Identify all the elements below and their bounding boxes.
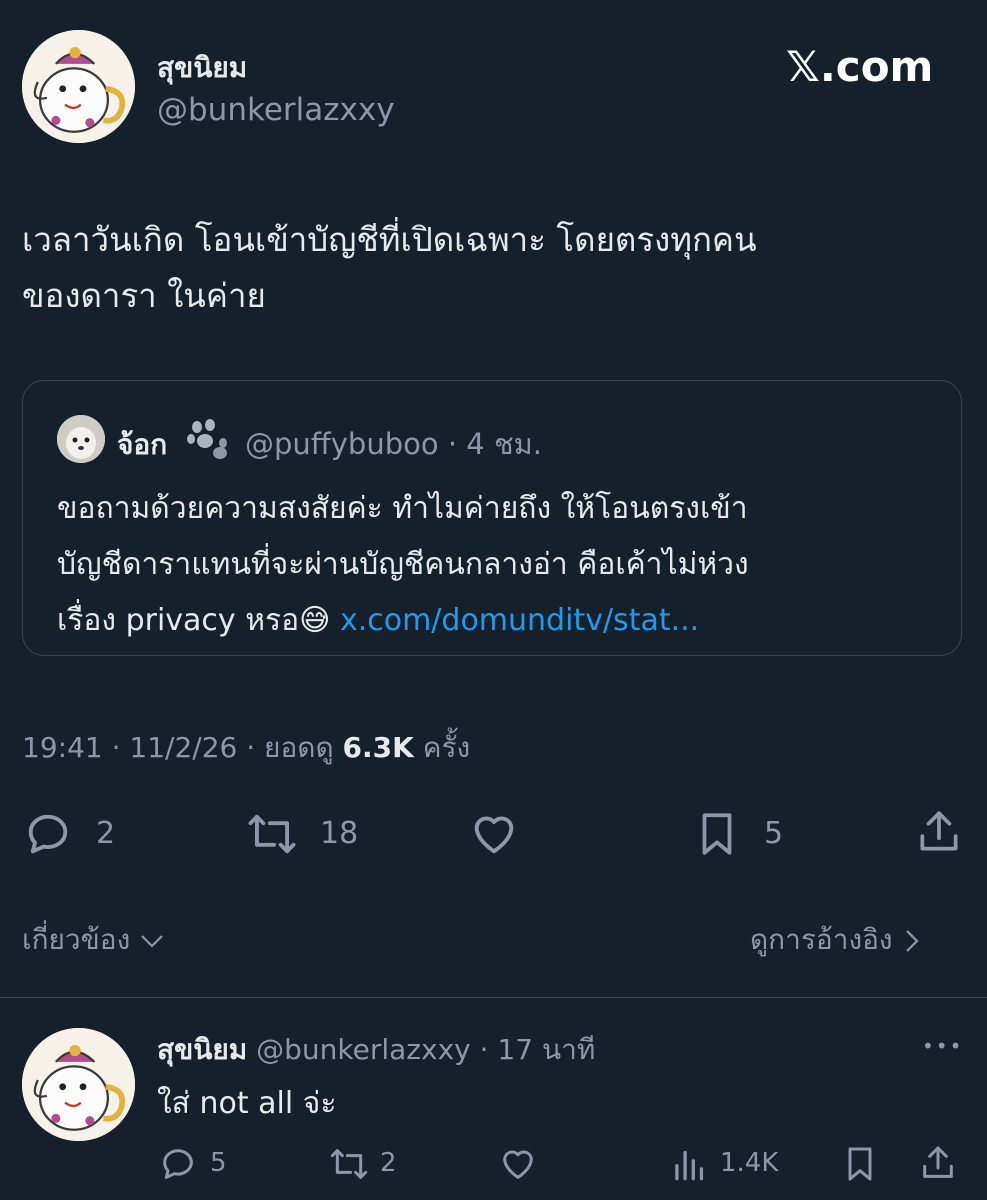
related-label: เกี่ยวข้อง bbox=[22, 923, 131, 956]
reply-reply-icon[interactable] bbox=[157, 1144, 199, 1184]
author-handle[interactable]: @bunkerlazxxy bbox=[157, 92, 395, 128]
tweet-timestamp[interactable]: 19:41 · 11/2/26 · ยอดดู bbox=[22, 731, 334, 764]
reply-author-handle[interactable]: @bunkerlazxxy bbox=[256, 1033, 471, 1066]
quote-line-text: เรื่อง privacy หรอ bbox=[57, 603, 300, 638]
divider bbox=[0, 997, 987, 998]
view-quotes-label: ดูการอ้างอิง bbox=[750, 923, 893, 956]
more-options-icon[interactable]: ••• bbox=[922, 1034, 963, 1058]
view-suffix: ครั้ง bbox=[422, 731, 471, 764]
chevron-right-icon bbox=[902, 928, 922, 954]
tweet-line: ของดารา ในค่าย bbox=[22, 276, 266, 315]
reply-retweet-icon[interactable] bbox=[326, 1144, 372, 1184]
quote-card[interactable]: จ้อก @puffybuboo · 4 ชม. ขอถามด้วยความสง… bbox=[22, 380, 962, 656]
reply-header: สุขนิยม @bunkerlazxxy · 17 นาที bbox=[157, 1028, 595, 1072]
bookmark-icon[interactable] bbox=[692, 808, 742, 860]
brand-logo: 𝕏.com bbox=[786, 42, 934, 91]
reply-bookmark-icon[interactable] bbox=[840, 1144, 880, 1184]
quote-handle: @puffybuboo · 4 ชม. bbox=[245, 421, 542, 467]
reply-text: ใส่ not all จ่ะ bbox=[157, 1086, 337, 1121]
reply-like-icon[interactable] bbox=[497, 1144, 539, 1184]
reply-retweet-count: 2 bbox=[380, 1148, 397, 1178]
chevron-down-icon bbox=[139, 931, 165, 951]
like-icon[interactable] bbox=[468, 808, 520, 860]
tweet-text: เวลาวันเกิด โอนเข้าบัญชีที่เปิดเฉพาะ โดย… bbox=[22, 212, 757, 324]
quote-text: ขอถามด้วยความสงสัยค่ะ ทำไมค่ายถึง ให้โอน… bbox=[57, 481, 749, 649]
paw-icon bbox=[183, 417, 235, 461]
view-count: 6.3K bbox=[342, 731, 414, 764]
view-quotes-link[interactable]: ดูการอ้างอิง bbox=[750, 918, 922, 962]
reply-time: · 17 นาที bbox=[479, 1033, 596, 1066]
quote-avatar[interactable] bbox=[57, 415, 105, 463]
author-name[interactable]: สุขนิยม bbox=[157, 46, 247, 90]
reply-count: 2 bbox=[96, 816, 116, 851]
reply-views-icon[interactable] bbox=[670, 1146, 710, 1182]
quote-handle-text[interactable]: @puffybuboo bbox=[245, 427, 439, 461]
retweet-count: 18 bbox=[320, 816, 359, 851]
quote-line: บัญชีดาราแทนที่จะผ่านบัญชีคนกลางอ่า คือเ… bbox=[57, 547, 749, 582]
share-icon[interactable] bbox=[914, 806, 964, 858]
quote-name[interactable]: จ้อก bbox=[117, 423, 167, 467]
reply-share-icon[interactable] bbox=[918, 1142, 958, 1184]
quote-line: ขอถามด้วยความสงสัยค่ะ ทำไมค่ายถึง ให้โอน… bbox=[57, 491, 748, 526]
bookmark-count: 5 bbox=[764, 816, 784, 851]
quote-time: · 4 ชม. bbox=[447, 427, 542, 461]
sweat-smile-emoji: 😅 bbox=[299, 603, 331, 638]
reply-author-name[interactable]: สุขนิยม bbox=[157, 1033, 247, 1066]
author-avatar[interactable] bbox=[22, 30, 135, 143]
retweet-icon[interactable] bbox=[244, 808, 300, 860]
reply-view-count: 1.4K bbox=[720, 1148, 779, 1178]
reply-icon[interactable] bbox=[22, 808, 74, 860]
reply-reply-count: 5 bbox=[210, 1148, 227, 1178]
tweet-line: เวลาวันเกิด โอนเข้าบัญชีที่เปิดเฉพาะ โดย… bbox=[22, 220, 757, 259]
reply-avatar[interactable] bbox=[22, 1028, 135, 1141]
quote-link[interactable]: x.com/domunditv/stat... bbox=[340, 603, 699, 638]
related-dropdown[interactable]: เกี่ยวข้อง bbox=[22, 918, 165, 962]
quote-line: เรื่อง privacy หรอ😅 x.com/domunditv/stat… bbox=[57, 593, 749, 649]
tweet-meta: 19:41 · 11/2/26 · ยอดดู 6.3K ครั้ง bbox=[22, 726, 470, 770]
